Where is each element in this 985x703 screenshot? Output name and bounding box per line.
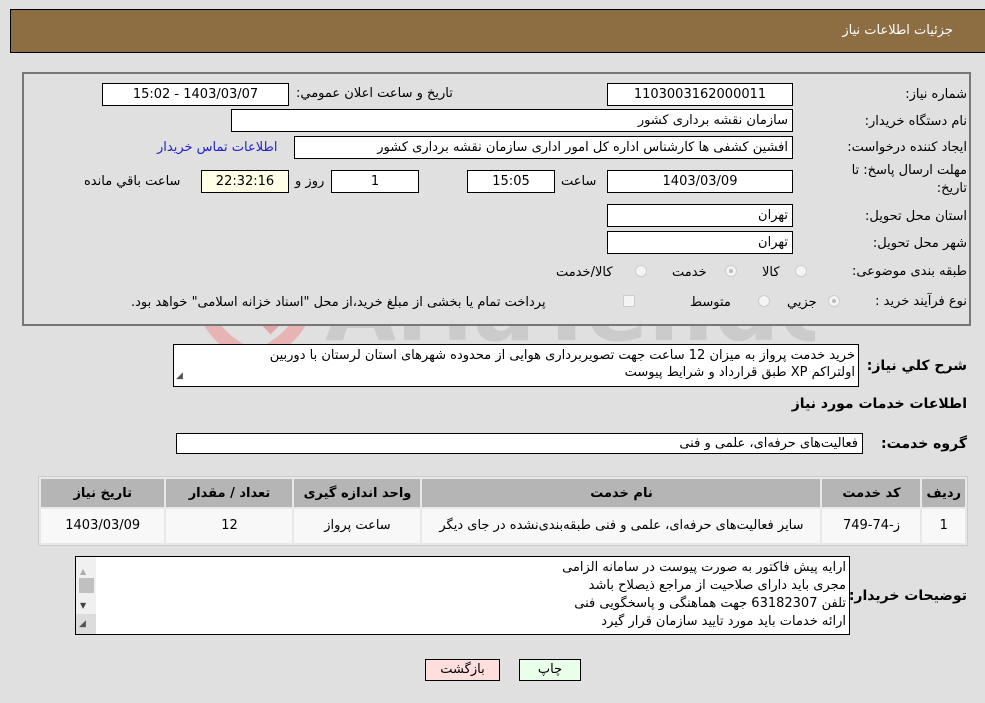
buyer-org-label: نام دستگاه خریدار: [864,114,967,129]
category-option-goods-service: کالا/خدمت [556,265,613,280]
description-label: شرح كلي نياز: [866,358,967,374]
deadline-date-field: 1403/03/09 [607,170,793,193]
need-number-field: 1103003162000011 [607,83,793,106]
announce-datetime-label: تاریخ و ساعت اعلان عمومي: [296,86,453,101]
buyer-note-line: مجری باید دارای صلاحیت از مراجع ذیصلاح ب… [588,578,846,593]
process-option-minor: جزيي [787,295,817,310]
days-label: روز و [295,174,325,189]
col-header-service-name: نام خدمت [422,479,821,507]
table-row: 1 ز-74-749 سایر فعالیت‌های حرفه‌ای، علمی… [41,509,965,543]
description-line-1: خرید خدمت پرواز به میزان 12 ساعت جهت تصو… [269,348,855,363]
remaining-days-field: 1 [331,170,419,193]
process-radio-medium[interactable] [758,295,770,307]
category-radio-goods-service[interactable] [635,265,647,277]
requester-label: ایجاد کننده درخواست: [847,140,967,155]
page-header: جزئیات اطلاعات نیاز [10,9,985,53]
cell-need-date: 1403/03/09 [41,509,165,543]
description-textarea[interactable]: خرید خدمت پرواز به میزان 12 ساعت جهت تصو… [173,344,859,387]
requester-field: افشین کشفی ها کارشناس اداره کل امور ادار… [294,136,793,159]
deadline-label-line2: تاریخ: [936,181,967,196]
scroll-thumb[interactable] [79,578,94,593]
service-group-field: فعالیت‌های حرفه‌ای، علمی و فنی [176,433,863,454]
resize-grip-icon[interactable]: ◢ [76,614,96,634]
table-header-row: رديف کد خدمت نام خدمت واحد اندازه گيری ت… [41,479,965,507]
service-group-label: گروه خدمت: [881,436,967,452]
need-number-label: شماره نیاز: [905,87,967,102]
description-line-2: اولتراکم XP طبق قرارداد و شرایط پیوست [624,365,855,380]
buyer-note-line: ارائه خدمات باید مورد تایید سازمان قرار … [601,614,846,629]
city-field: تهران [607,231,793,254]
buyer-note-line: ارایه پیش فاکتور به صورت پیوست در سامانه… [562,560,846,575]
remaining-time-label: ساعت باقي مانده [84,174,181,189]
process-radio-minor[interactable] [828,295,840,307]
col-header-need-date: تاريخ نياز [41,479,165,507]
city-label: شهر محل تحویل: [872,236,967,251]
notes-scrollbar[interactable]: ▲ ▼ ◢ [76,557,96,634]
print-button[interactable]: چاپ [519,659,581,681]
category-radio-goods[interactable] [795,265,807,277]
col-header-unit: واحد اندازه گيری [294,479,421,507]
cell-service-code: ز-74-749 [822,509,921,543]
services-section-title: اطلاعات خدمات مورد نياز [791,396,967,412]
category-label: طبقه بندی موضوعی: [851,264,967,279]
col-header-quantity: تعداد / مقدار [166,479,293,507]
services-table: رديف کد خدمت نام خدمت واحد اندازه گيری ت… [38,476,968,546]
page-title: جزئیات اطلاعات نیاز [842,23,953,38]
treasury-payment-checkbox[interactable] [623,295,635,307]
cell-service-name: سایر فعالیت‌های حرفه‌ای، علمی و فنی طبقه… [422,509,821,543]
deadline-time-label: ساعت [561,174,597,189]
scroll-down-arrow-icon[interactable]: ▼ [80,597,86,615]
category-option-goods: کالا [762,265,780,280]
process-option-medium: متوسط [690,295,731,310]
cell-quantity: 12 [166,509,293,543]
deadline-label-line1: مهلت ارسال پاسخ: تا [851,163,967,178]
back-button[interactable]: بازگشت [425,659,500,681]
remaining-time-field: 22:32:16 [201,170,289,193]
buyer-notes-label: توضيحات خريدار: [848,588,967,604]
category-radio-service[interactable] [725,265,737,277]
col-header-service-code: کد خدمت [822,479,921,507]
buyer-org-field: سازمان نقشه برداری کشور [231,109,793,132]
cell-row-number: 1 [922,509,965,543]
province-label: استان محل تحویل: [865,209,967,224]
col-header-row-number: رديف [922,479,965,507]
cell-unit: ساعت پرواز [294,509,421,543]
buyer-contact-link[interactable]: اطلاعات تماس خریدار [157,140,277,155]
category-option-service: خدمت [672,265,707,280]
process-type-label: نوع فرآیند خرید : [875,294,967,309]
buyer-notes-textarea[interactable]: ارایه پیش فاکتور به صورت پیوست در سامانه… [75,556,850,635]
announce-datetime-field: 1403/03/07 - 15:02 [102,83,289,106]
deadline-time-field: 15:05 [467,170,555,193]
province-field: تهران [607,204,793,227]
buyer-note-line: تلفن 63182307 جهت هماهنگی و پاسخگویی فنی [574,596,846,611]
treasury-payment-note: پرداخت تمام یا بخشی از مبلغ خرید،از محل … [131,295,546,310]
resize-grip-icon[interactable]: ◢ [176,368,183,385]
